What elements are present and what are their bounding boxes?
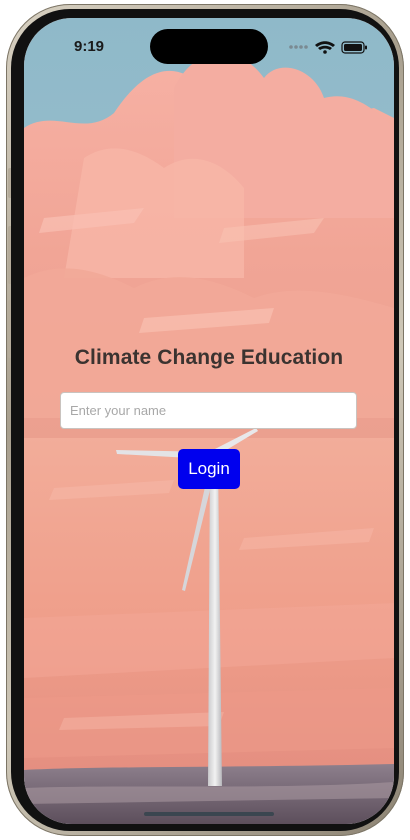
- home-indicator: [144, 812, 274, 816]
- name-input[interactable]: [60, 392, 357, 429]
- app-screen: 9:19 Climate Change Education Login: [24, 18, 394, 824]
- app-title: Climate Change Education: [74, 346, 344, 369]
- battery-icon: [341, 41, 367, 54]
- status-bar-icons: [289, 41, 367, 54]
- login-button[interactable]: Login: [178, 449, 240, 489]
- cellular-dots-icon: [289, 45, 308, 49]
- dynamic-island: [150, 29, 268, 64]
- status-bar-time: 9:19: [74, 38, 105, 55]
- wifi-icon: [315, 41, 335, 54]
